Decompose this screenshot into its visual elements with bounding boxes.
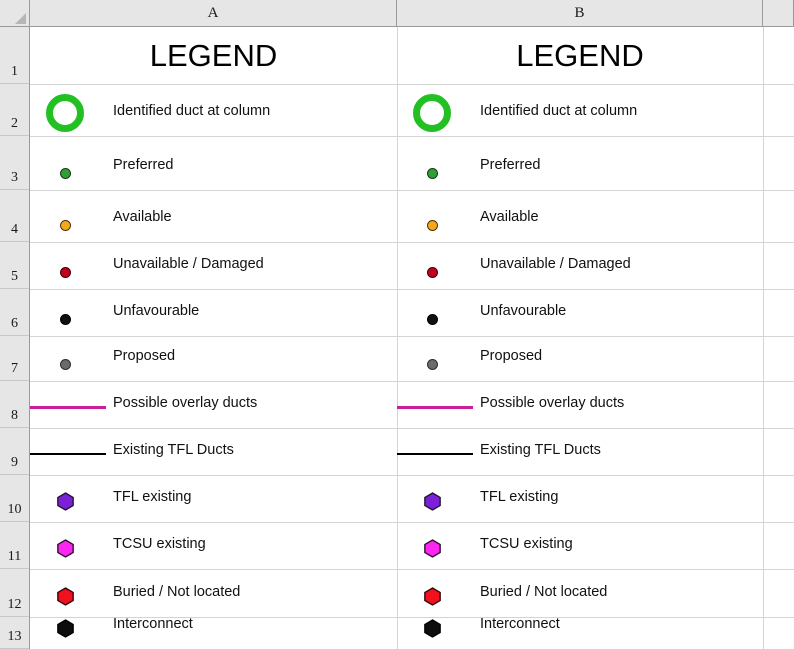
legend-entry-label: TFL existing [480,489,559,505]
select-all-button[interactable] [0,0,30,27]
legend-entry-label: Available [480,209,539,225]
row-header-label: 5 [11,269,18,284]
page-title: LEGEND [516,37,644,73]
row-header-label: 12 [7,597,22,612]
legend-title-cell-a: LEGEND [30,27,397,84]
spreadsheet-grid: A B 1 2 3 4 5 6 7 8 9 10 11 12 13 LEGEND Identified duct… [0,0,794,649]
magenta-line-icon [30,406,106,409]
row-header-label: 7 [11,361,18,376]
column-header-partial[interactable] [763,0,794,26]
row-header-label: 4 [11,222,18,237]
row-header-label: 3 [11,170,18,185]
row-header-label: 1 [11,64,18,79]
legend-entry-label: Unfavourable [480,303,567,319]
legend-title-cell-b: LEGEND [397,27,763,84]
legend-entry-label: Buried / Not located [480,584,608,600]
legend-entry-label: Interconnect [480,616,560,632]
legend-entry-label: Buried / Not located [113,584,241,600]
row-header-2[interactable]: 2 [0,84,29,136]
green-dot-icon [426,168,438,179]
row-header-7[interactable]: 7 [0,336,29,381]
black-hexagon-icon [56,619,74,638]
legend-entry-label: TCSU existing [480,536,573,552]
magenta-hexagon-icon [56,539,74,558]
row-header-6[interactable]: 6 [0,289,29,336]
gridline-vertical [763,27,764,649]
black-dot-icon [59,314,71,325]
row-header-label: 11 [7,549,22,564]
purple-hexagon-icon [56,492,74,511]
black-line-icon [30,453,106,455]
legend-entry-label: Identified duct at column [113,103,271,119]
red-hexagon-icon [423,587,441,606]
magenta-line-icon [397,406,473,409]
row-header-13[interactable]: 13 [0,617,29,649]
magenta-hexagon-icon [423,539,441,558]
row-header-12[interactable]: 12 [0,569,29,617]
column-header-b[interactable]: B [397,0,763,26]
dark-red-dot-icon [59,267,71,278]
legend-entry-label: Existing TFL Ducts [480,442,601,458]
legend-entry-label: Available [113,209,172,225]
legend-entry-label: Unfavourable [113,303,200,319]
row-header-label: 9 [11,455,18,470]
legend-entry-label: Unavailable / Damaged [113,256,264,272]
legend-entry-label: TCSU existing [113,536,206,552]
purple-hexagon-icon [423,492,441,511]
green-dot-icon [59,168,71,179]
row-header-1[interactable]: 1 [0,27,29,84]
column-header-a[interactable]: A [30,0,397,26]
grey-dot-icon [59,359,71,370]
legend-entry-label: Possible overlay ducts [113,395,258,411]
row-header-8[interactable]: 8 [0,381,29,428]
row-header-5[interactable]: 5 [0,242,29,289]
green-ring-icon [413,94,451,132]
row-header-label: 8 [11,408,18,423]
row-header-label: 6 [11,316,18,331]
row-header-11[interactable]: 11 [0,522,29,569]
red-hexagon-icon [56,587,74,606]
legend-entry-label: TFL existing [113,489,192,505]
page-title: LEGEND [149,37,278,73]
grey-dot-icon [426,359,438,370]
green-ring-icon [46,94,84,132]
legend-entry-label: Preferred [480,157,541,173]
legend-entry-label: Proposed [480,348,543,364]
legend-entry-label: Proposed [113,348,176,364]
row-header-9[interactable]: 9 [0,428,29,475]
legend-entry-label: Possible overlay ducts [480,395,625,411]
legend-entry-label: Preferred [113,157,174,173]
row-header-label: 13 [7,629,22,644]
row-header-label: 2 [11,116,18,131]
legend-entry-label: Existing TFL Ducts [113,442,234,458]
row-header-10[interactable]: 10 [0,475,29,522]
legend-entry-label: Unavailable / Damaged [480,256,631,272]
row-header-4[interactable]: 4 [0,190,29,242]
row-header-3[interactable]: 3 [0,136,29,190]
row-header-label: 10 [7,502,22,517]
legend-entry-label: Identified duct at column [480,103,638,119]
amber-dot-icon [59,220,71,231]
dark-red-dot-icon [426,267,438,278]
amber-dot-icon [426,220,438,231]
select-all-triangle-icon [15,13,26,24]
legend-entry-label: Interconnect [113,616,193,632]
black-hexagon-icon [423,619,441,638]
black-dot-icon [426,314,438,325]
black-line-icon [397,453,473,455]
